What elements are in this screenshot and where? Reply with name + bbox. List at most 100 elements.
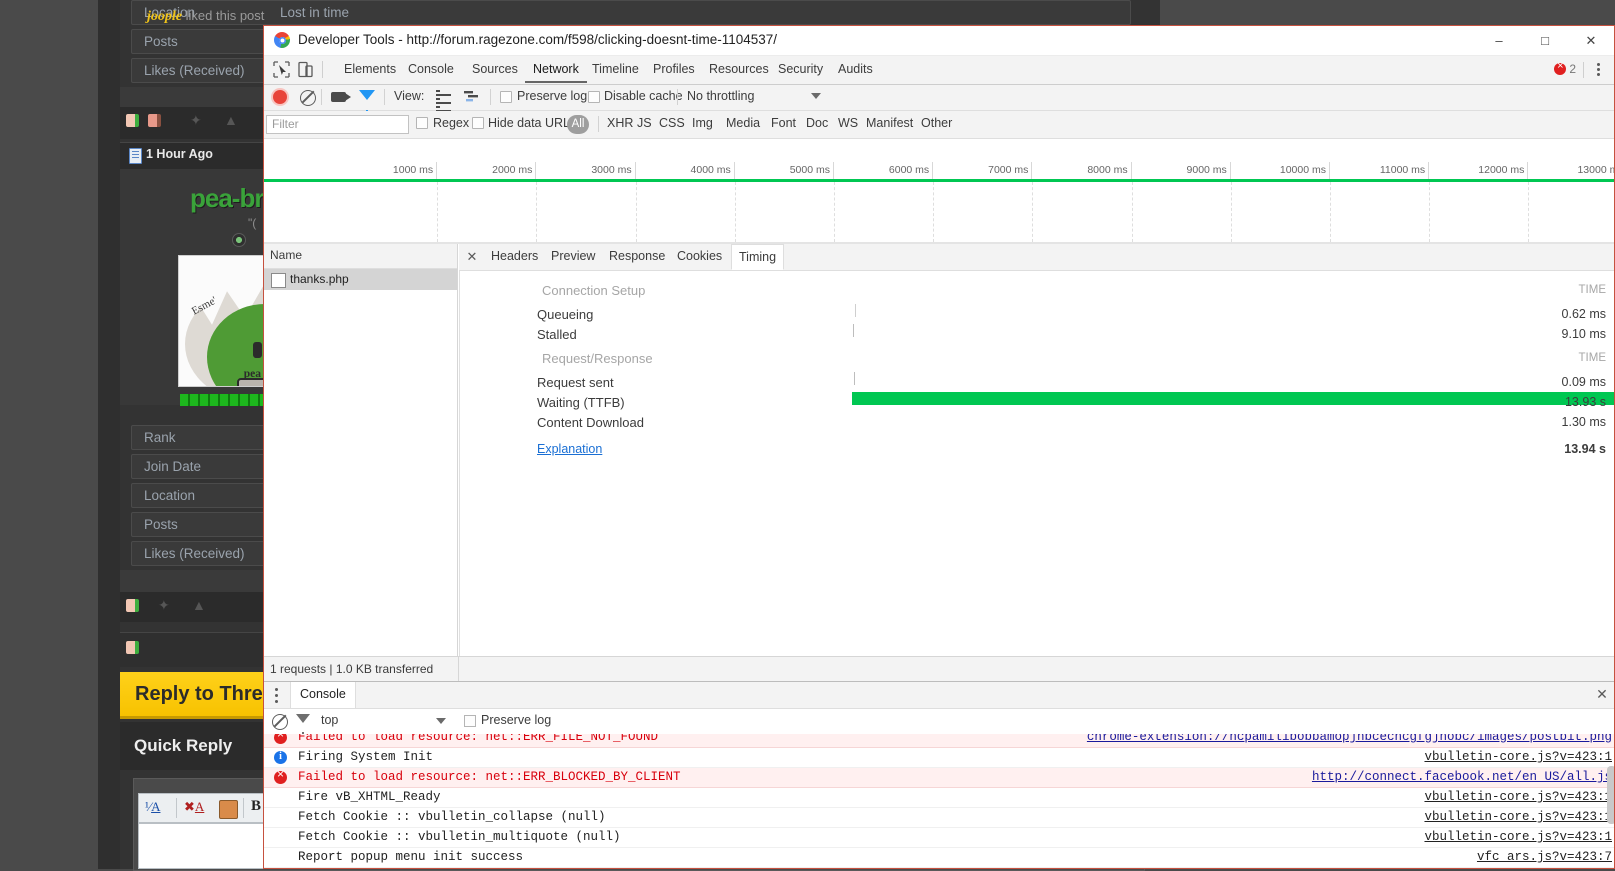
thumbs-up-icon[interactable] [126, 114, 139, 132]
network-overview-pane[interactable] [264, 182, 1614, 242]
warning-icon[interactable]: ▲ [224, 113, 238, 127]
filter-type-doc[interactable]: Doc [806, 116, 828, 130]
network-filter-bar: Filter Regex Hide data URLs All XHR JS C… [264, 111, 1614, 139]
filter-type-all[interactable]: All [567, 115, 589, 134]
requests-column-header[interactable]: Name [264, 244, 457, 269]
console-context-selector[interactable]: top [321, 713, 338, 727]
filter-type-other[interactable]: Other [921, 116, 952, 130]
close-detail-icon[interactable]: ✕ [464, 249, 480, 265]
devtools-menu-icon[interactable] [1590, 61, 1606, 79]
toolbar-divider [321, 89, 322, 105]
filter-input[interactable]: Filter [266, 115, 409, 134]
list-item[interactable]: Fetch Cookie :: vbulletin_collapse (null… [264, 808, 1614, 828]
filter-type-img[interactable]: Img [692, 116, 713, 130]
star-icon-2[interactable]: ✦ [158, 598, 170, 612]
error-count-badge[interactable]: 2 [1554, 60, 1576, 76]
list-item[interactable]: Failed to load resource: net::ERR_FILE_N… [264, 734, 1614, 748]
list-item[interactable]: Firing System Init vbulletin-core.js?v=4… [264, 748, 1614, 768]
console-message-source[interactable]: http://connect.facebook.net/en_US/all.js [1312, 770, 1612, 784]
post-quote: "( [248, 216, 257, 230]
disable-cache-checkbox[interactable] [588, 91, 600, 103]
console-preserve-log-checkbox[interactable] [464, 715, 476, 727]
list-item[interactable]: Failed to load resource: net::ERR_BLOCKE… [264, 768, 1614, 788]
filter-type-manifest[interactable]: Manifest [866, 116, 913, 130]
bold-icon[interactable]: B [251, 798, 261, 815]
tab-headers[interactable]: Headers [484, 244, 545, 269]
tab-sources[interactable]: Sources [464, 56, 526, 83]
console-message-list[interactable]: Failed to load resource: net::ERR_FILE_N… [264, 734, 1614, 868]
inspect-element-icon[interactable] [273, 61, 290, 78]
tab-elements[interactable]: Elements [336, 56, 404, 83]
tab-audits[interactable]: Audits [830, 56, 881, 83]
console-message-source[interactable]: vbulletin-core.js?v=423:1 [1424, 790, 1612, 804]
list-item[interactable]: Fire vB_XHTML_Ready vbulletin-core.js?v=… [264, 788, 1614, 808]
star-icon[interactable]: ✦ [190, 113, 202, 127]
console-message-source[interactable]: vfc_ars.js?v=423:7 [1477, 850, 1612, 864]
tab-cookies[interactable]: Cookies [670, 244, 729, 269]
quick-reply-title: Quick Reply [134, 736, 233, 755]
console-message-source[interactable]: vbulletin-core.js?v=423:1 [1424, 830, 1612, 844]
explanation-link[interactable]: Explanation [537, 442, 602, 456]
tab-security[interactable]: Security [770, 56, 831, 83]
timeline-tick: 14000 ms [264, 162, 1614, 179]
table-row[interactable]: thanks.php [264, 269, 457, 290]
liked-username[interactable]: joople [147, 9, 182, 24]
console-funnel-icon[interactable] [296, 714, 310, 737]
timing-label-queueing: Queueing [537, 307, 594, 322]
record-icon[interactable] [273, 90, 287, 104]
list-item[interactable]: Report popup menu init success vfc_ars.j… [264, 848, 1614, 868]
network-status-bar: 1 requests | 1.0 KB transferred [264, 656, 1614, 682]
overview-gridline [1032, 182, 1034, 242]
maximize-button[interactable]: □ [1522, 26, 1568, 55]
regex-checkbox[interactable] [416, 117, 428, 129]
timing-header-time-2: TIME [1578, 352, 1606, 364]
drawer-menu-icon[interactable] [268, 685, 284, 705]
tab-timeline[interactable]: Timeline [584, 56, 647, 83]
thumbs-down-icon[interactable] [148, 114, 161, 132]
tab-preview[interactable]: Preview [544, 244, 602, 269]
close-drawer-icon[interactable]: ✕ [1594, 686, 1610, 702]
tab-profiles[interactable]: Profiles [645, 56, 703, 83]
warning-icon-2[interactable]: ▲ [192, 598, 206, 612]
filter-type-js[interactable]: JS [637, 116, 652, 130]
close-button[interactable]: ✕ [1568, 26, 1614, 55]
funnel-icon[interactable] [359, 90, 375, 115]
list-item[interactable]: Fetch Cookie :: vbulletin_multiquote (nu… [264, 828, 1614, 848]
paste-icon[interactable] [219, 800, 238, 819]
stat-label-rank: Rank [144, 430, 176, 445]
tab-resources[interactable]: Resources [701, 56, 777, 83]
console-message-source[interactable]: vbulletin-core.js?v=423:1 [1424, 810, 1612, 824]
console-message-source[interactable]: chrome-extension://ncpamilibobbamopjnbce… [1087, 734, 1612, 744]
camera-icon[interactable] [331, 92, 351, 102]
stat-label-posts-2: Posts [144, 517, 178, 532]
filter-type-ws[interactable]: WS [838, 116, 858, 130]
tab-console[interactable]: Console [400, 56, 462, 83]
minimize-button[interactable]: – [1476, 26, 1522, 55]
tab-response[interactable]: Response [602, 244, 672, 269]
overview-gridline [1429, 182, 1431, 242]
preserve-log-checkbox[interactable] [500, 91, 512, 103]
tab-network[interactable]: Network [525, 56, 587, 83]
console-message-source[interactable]: vbulletin-core.js?v=423:1 [1424, 750, 1612, 764]
view-waterfall-icon[interactable] [464, 90, 479, 104]
drawer-tab-console[interactable]: Console [290, 682, 356, 708]
filter-type-media[interactable]: Media [726, 116, 760, 130]
view-list-icon[interactable] [436, 90, 451, 112]
console-scrollbar[interactable] [1607, 766, 1614, 824]
hide-data-urls-checkbox[interactable] [472, 117, 484, 129]
throttling-label[interactable]: No throttling [687, 89, 754, 103]
filter-type-font[interactable]: Font [771, 116, 796, 130]
request-name: thanks.php [290, 272, 349, 286]
filter-type-css[interactable]: CSS [659, 116, 685, 130]
remove-format-icon[interactable]: ✖A [184, 799, 204, 815]
filter-type-xhr[interactable]: XHR [607, 116, 633, 130]
device-toolbar-icon[interactable] [297, 61, 314, 78]
clear-icon[interactable] [300, 90, 316, 106]
console-chevron-down-icon[interactable] [436, 718, 446, 724]
clear-console-icon[interactable] [272, 714, 288, 730]
thumbs-up-icon-2[interactable] [126, 599, 139, 617]
tab-timing[interactable]: Timing [731, 244, 785, 270]
liked-post-label: liked this post [185, 8, 265, 23]
font-color-icon[interactable]: ¹⁄A [145, 799, 160, 815]
throttling-chevron-down-icon[interactable] [811, 93, 821, 99]
